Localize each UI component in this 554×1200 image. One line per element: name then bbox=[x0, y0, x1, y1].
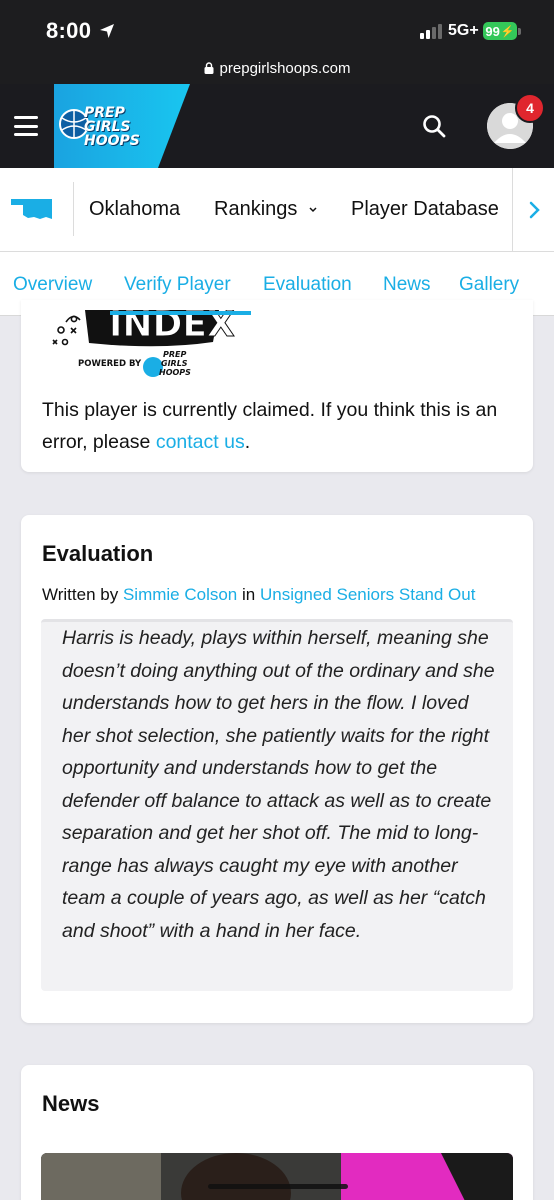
tab-active-indicator bbox=[110, 311, 251, 315]
powered-logo-3: HOOPS bbox=[159, 368, 191, 377]
article-link[interactable]: Unsigned Seniors Stand Out bbox=[260, 585, 475, 604]
logo-text-1: PREP bbox=[84, 105, 125, 121]
nav-player-database[interactable]: Player Database bbox=[351, 198, 499, 221]
lock-icon bbox=[204, 62, 214, 74]
tab-verify-player[interactable]: Verify Player bbox=[124, 274, 231, 296]
news-thumbnail[interactable] bbox=[41, 1153, 513, 1200]
url-bar[interactable]: prepgirlshoops.com bbox=[0, 52, 554, 84]
tab-overview[interactable]: Overview bbox=[13, 274, 92, 296]
index-word: INDEX bbox=[109, 310, 235, 345]
powered-by: POWERED BY bbox=[78, 359, 142, 369]
nav-rankings-label: Rankings bbox=[214, 198, 298, 220]
author-link[interactable]: Simmie Colson bbox=[123, 585, 237, 604]
state-nav: Oklahoma Rankings Player Database bbox=[0, 168, 554, 252]
evaluation-byline: Written by Simmie Colson in Unsigned Sen… bbox=[42, 585, 476, 604]
logo-text-3: HOOPS bbox=[84, 133, 140, 149]
chevron-down-icon bbox=[309, 207, 317, 212]
signal-icon bbox=[420, 24, 442, 39]
status-time: 8:00 bbox=[46, 18, 92, 43]
evaluation-card: Evaluation Written by Simmie Colson in U… bbox=[21, 515, 533, 1023]
evaluation-body[interactable]: Harris is heady, plays within herself, m… bbox=[41, 619, 513, 991]
notification-badge[interactable]: 4 bbox=[515, 93, 545, 123]
oklahoma-state-icon[interactable] bbox=[10, 198, 54, 220]
news-card: News bbox=[21, 1065, 533, 1200]
network-type: 5G+ bbox=[448, 22, 479, 39]
site-header: PREP GIRLS HOOPS bbox=[0, 84, 554, 168]
chevron-right-icon bbox=[529, 201, 540, 219]
evaluation-text: Harris is heady, plays within herself, m… bbox=[62, 627, 495, 942]
location-arrow-icon bbox=[100, 24, 114, 38]
home-indicator[interactable] bbox=[208, 1184, 348, 1189]
site-logo[interactable]: PREP GIRLS HOOPS bbox=[54, 84, 190, 168]
nav-scroll-right[interactable] bbox=[512, 168, 554, 252]
powered-logo-2: GIRLS bbox=[161, 359, 188, 368]
url-text: prepgirlshoops.com bbox=[219, 59, 351, 77]
index-logo: INDEX POWERED BY PREP GIRLS HOOPS bbox=[52, 310, 235, 377]
nav-oklahoma[interactable]: Oklahoma bbox=[89, 198, 180, 221]
nav-rankings[interactable]: Rankings bbox=[214, 198, 319, 221]
battery-level: 99 bbox=[485, 23, 500, 39]
search-icon[interactable] bbox=[420, 112, 450, 142]
news-title: News bbox=[42, 1091, 100, 1116]
powered-logo-1: PREP bbox=[163, 350, 186, 359]
tab-news[interactable]: News bbox=[383, 274, 431, 296]
logo-text-2: GIRLS bbox=[84, 119, 131, 135]
claim-message: This player is currently claimed. If you… bbox=[42, 399, 498, 453]
status-bar: 8:00 5G+ 99 ⚡ bbox=[0, 0, 554, 52]
contact-us-link[interactable]: contact us bbox=[156, 431, 245, 453]
tab-evaluation[interactable]: Evaluation bbox=[263, 274, 352, 296]
evaluation-title: Evaluation bbox=[42, 541, 154, 566]
battery-icon: 99 ⚡ bbox=[483, 22, 517, 40]
claim-card: INDEX POWERED BY PREP GIRLS HOOPS This p… bbox=[21, 300, 533, 472]
menu-icon[interactable] bbox=[14, 116, 38, 136]
tab-gallery[interactable]: Gallery bbox=[459, 274, 519, 296]
